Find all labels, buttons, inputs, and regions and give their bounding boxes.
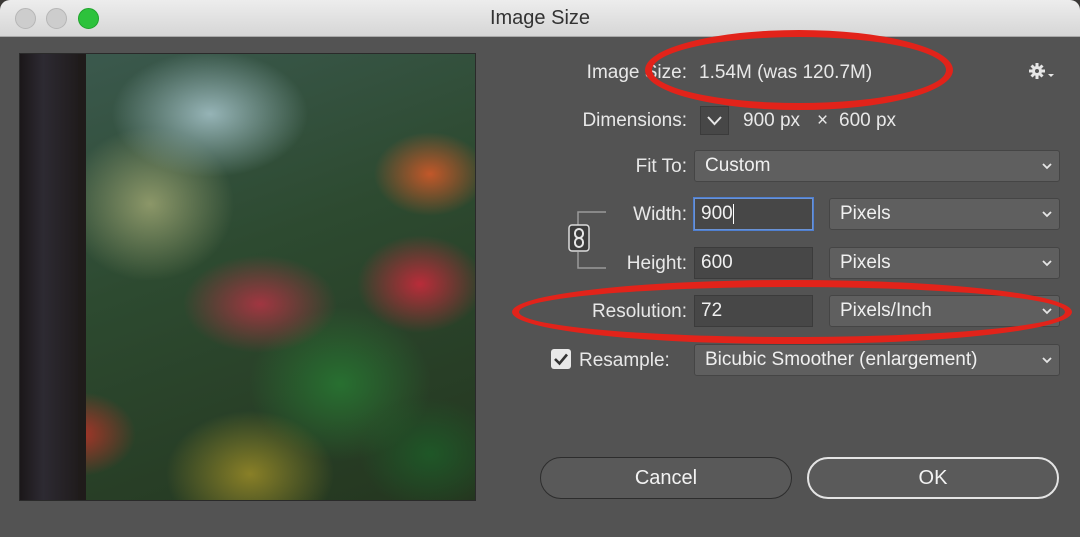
fit-to-select[interactable]: Custom — [694, 150, 1060, 182]
height-unit-value: Pixels — [840, 252, 891, 273]
checkmark-icon — [554, 353, 568, 366]
dimensions-label: Dimensions: — [582, 110, 687, 131]
fit-to-label: Fit To: — [635, 156, 687, 177]
image-size-dialog: Image Size Image Size: 1.54M (was 120.7M… — [0, 0, 1080, 537]
resolution-annotation-circle — [512, 280, 1072, 344]
width-input-value: 900 — [701, 203, 733, 224]
dimensions-dropdown-button[interactable] — [700, 106, 729, 135]
image-preview[interactable] — [19, 53, 476, 501]
constrain-proportions-link-icon[interactable] — [568, 224, 590, 252]
width-unit-value: Pixels — [840, 203, 891, 224]
width-unit-select[interactable]: Pixels — [829, 198, 1060, 230]
image-size-annotation-circle — [645, 30, 953, 110]
width-input[interactable]: 900 — [694, 198, 813, 230]
resample-checkbox[interactable] — [551, 349, 571, 369]
dimensions-height: 600 px — [839, 110, 897, 131]
preview-tree-trunk — [20, 54, 78, 500]
fit-to-value: Custom — [705, 155, 771, 176]
title-bar: Image Size — [0, 0, 1080, 37]
window-title: Image Size — [489, 7, 591, 29]
chevron-down-icon — [1042, 163, 1052, 170]
chevron-down-icon — [1042, 357, 1052, 364]
chevron-down-icon — [707, 116, 722, 126]
resample-method-select[interactable]: Bicubic Smoother (enlargement) — [694, 344, 1060, 376]
chevron-down-icon — [1042, 211, 1052, 218]
cancel-button[interactable]: Cancel — [540, 457, 792, 499]
resample-label: Resample: — [579, 350, 670, 371]
ok-button[interactable]: OK — [807, 457, 1059, 499]
chevron-down-icon — [1042, 260, 1052, 267]
height-label: Height: — [626, 253, 687, 274]
width-label: Width: — [633, 204, 687, 225]
gear-icon[interactable] — [1028, 62, 1056, 82]
height-input-value: 600 — [701, 252, 733, 273]
dimensions-width: 900 px — [743, 110, 801, 131]
dimensions-times: × — [817, 110, 829, 131]
height-input[interactable]: 600 — [694, 247, 813, 279]
text-cursor — [732, 203, 734, 224]
height-unit-select[interactable]: Pixels — [829, 247, 1060, 279]
resample-method-value: Bicubic Smoother (enlargement) — [705, 349, 978, 370]
